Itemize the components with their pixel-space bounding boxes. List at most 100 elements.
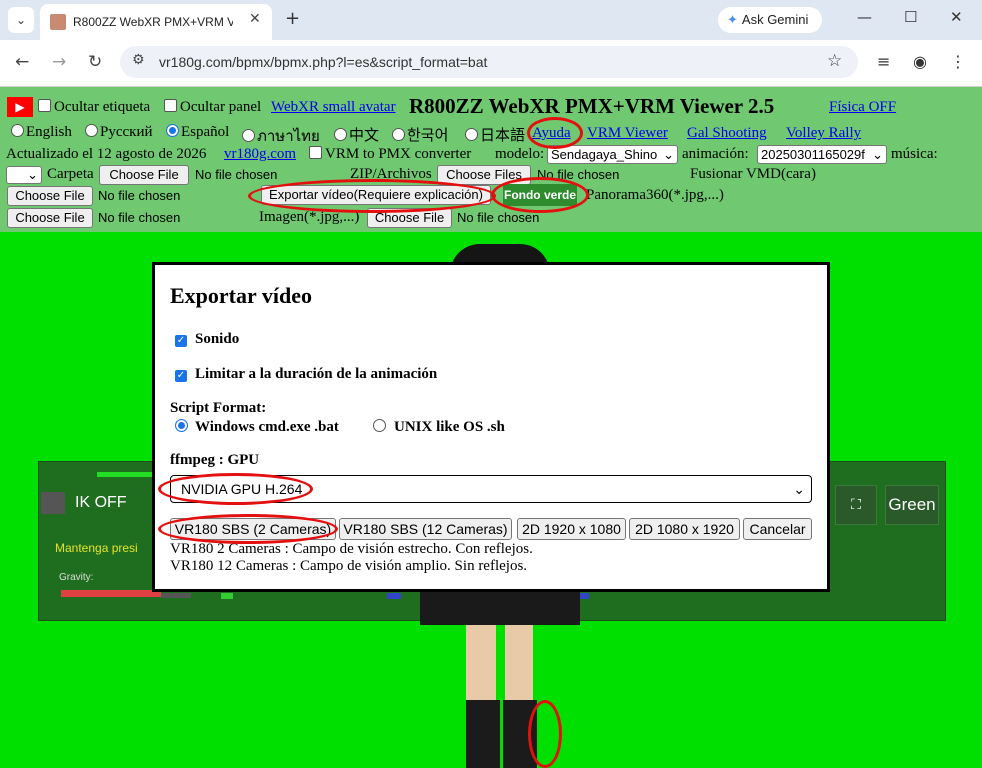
checkbox-checked-icon[interactable]: ✓ — [175, 370, 187, 382]
hide-label-checkbox[interactable] — [38, 99, 51, 112]
help-link[interactable]: Ayuda — [532, 125, 571, 142]
site-link[interactable]: vr180g.com — [224, 146, 296, 163]
vrm-to-pmx-checkbox[interactable] — [309, 146, 322, 159]
youtube-icon[interactable]: ▶ — [7, 97, 33, 117]
lang-spanish[interactable]: Español — [166, 124, 229, 141]
tab-search-icon[interactable]: ⌄ — [8, 7, 34, 33]
merge-vmd-label: Fusionar VMD(cara) — [690, 166, 816, 182]
vr180-2cam-button[interactable]: VR180 SBS (2 Cameras) — [170, 518, 336, 540]
lang-korean[interactable]: 한국어 — [392, 124, 448, 145]
lang-label: 中文 — [349, 128, 380, 144]
limit-duration-option[interactable]: ✓ Limitar a la duración de la animación — [175, 366, 437, 383]
zip-choose-files-button[interactable]: Choose Files — [437, 165, 531, 185]
2d-landscape-button[interactable]: 2D 1920 x 1080 — [517, 518, 626, 540]
chevron-down-icon: ⌄ — [663, 147, 674, 162]
hint-text: Mantenga presi — [55, 541, 138, 555]
zip-label: ZIP/Archivos — [350, 166, 432, 182]
close-window-icon[interactable]: ✕ — [950, 8, 963, 26]
omnibox[interactable]: ⚙ vr180g.com/bpmx/bpmx.php?l=es&script_f… — [120, 46, 858, 78]
lang-thai[interactable]: ภาษาไทย — [242, 124, 320, 148]
hide-label-option[interactable]: Ocultar etiqueta — [38, 99, 150, 116]
lang-english[interactable]: English — [11, 124, 72, 141]
slider-knob[interactable] — [221, 593, 233, 599]
2d-portrait-button[interactable]: 2D 1080 x 1920 — [629, 518, 740, 540]
gravity-track — [161, 593, 191, 598]
animation-select-value: 20250301165029f — [761, 147, 865, 162]
physics-toggle-link[interactable]: Física OFF — [829, 99, 896, 116]
site-info-icon[interactable]: ⚙ — [132, 52, 145, 68]
volley-rally-link[interactable]: Volley Rally — [786, 125, 861, 142]
character-leg — [505, 625, 533, 700]
green-background-button[interactable]: Fondo verde — [503, 184, 577, 206]
lang-label: 한국어 — [407, 128, 449, 144]
forward-icon[interactable]: → — [52, 52, 66, 72]
lang-japanese[interactable]: 日本語 — [465, 124, 525, 145]
hide-label-text: Ocultar etiqueta — [54, 99, 151, 115]
radio-selected[interactable] — [175, 419, 188, 432]
animation-select[interactable]: 20250301165029f ⌄ — [757, 145, 887, 164]
lang-label: English — [26, 124, 72, 140]
profile-icon[interactable]: ◉ — [913, 52, 927, 71]
export-video-button[interactable]: Exportar vídeo(Requiere explicación) — [261, 185, 491, 205]
unix-option[interactable]: UNIX like OS .sh — [373, 419, 505, 436]
gpu-select[interactable]: NVIDIA GPU H.264 ⌄ — [170, 475, 812, 503]
browser-tab-bar: ⌄ R800ZZ WebXR PMX+VRM Vie ✕ + ✦ Ask Gemi… — [0, 0, 982, 40]
radio-selected[interactable] — [166, 124, 179, 137]
checkbox-checked-icon[interactable]: ✓ — [175, 335, 187, 347]
gravity-slider[interactable] — [61, 590, 161, 597]
windows-label: Windows cmd.exe .bat — [195, 419, 339, 435]
reading-list-icon[interactable]: ≡ — [877, 52, 890, 71]
radio[interactable] — [242, 129, 255, 142]
radio[interactable] — [334, 128, 347, 141]
radio[interactable] — [465, 128, 478, 141]
radio[interactable] — [11, 124, 24, 137]
sound-label: Sonido — [195, 331, 240, 347]
chevron-down-icon: ⌄ — [872, 147, 883, 162]
vrm-to-pmx-text: VRM to PMX converter — [325, 146, 472, 162]
image-choose-file-button[interactable]: Choose File — [367, 208, 452, 228]
model-select[interactable]: Sendagaya_Shino ⌄ — [547, 145, 678, 164]
choose-file-button[interactable]: Choose File — [7, 186, 93, 206]
fullscreen-icon[interactable]: ⛶ — [835, 485, 877, 525]
windows-option[interactable]: Windows cmd.exe .bat — [175, 419, 339, 436]
radio[interactable] — [373, 419, 386, 432]
minimize-icon[interactable]: — — [857, 8, 872, 26]
folder-select[interactable]: ⌄ — [6, 166, 42, 184]
address-toolbar: ← → ↻ ⚙ vr180g.com/bpmx/bpmx.php?l=es&sc… — [0, 40, 982, 87]
small-avatar-link[interactable]: WebXR small avatar — [271, 99, 396, 116]
gal-shooting-link[interactable]: Gal Shooting — [687, 125, 767, 142]
folder-choose-file-button[interactable]: Choose File — [99, 165, 189, 185]
app-title: R800ZZ WebXR PMX+VRM Viewer 2.5 — [409, 94, 775, 118]
ask-gemini-button[interactable]: ✦ Ask Gemini — [718, 7, 822, 33]
vrm-viewer-link[interactable]: VRM Viewer — [587, 125, 668, 142]
vrm-to-pmx-option[interactable]: VRM to PMX converter — [309, 146, 471, 163]
model-label: modelo: — [495, 146, 545, 162]
tab-title: R800ZZ WebXR PMX+VRM Vie — [73, 15, 233, 29]
hide-panel-option[interactable]: Ocultar panel — [164, 99, 261, 116]
reload-icon[interactable]: ↻ — [88, 52, 102, 72]
note-2-cameras: VR180 2 Cameras : Campo de visión estrec… — [170, 541, 533, 557]
sound-option[interactable]: ✓ Sonido — [175, 331, 239, 348]
ik-toggle[interactable] — [41, 492, 65, 514]
maximize-icon[interactable]: ☐ — [904, 8, 917, 26]
green-button[interactable]: Green — [885, 485, 939, 525]
slider-knob[interactable] — [387, 593, 401, 599]
lang-russian[interactable]: Русский — [85, 124, 153, 141]
choose-file-button-2[interactable]: Choose File — [7, 208, 93, 228]
vr180-12cam-button[interactable]: VR180 SBS (12 Cameras) — [339, 518, 512, 540]
url-text[interactable]: vr180g.com/bpmx/bpmx.php?l=es&script_for… — [159, 54, 487, 70]
close-tab-icon[interactable]: ✕ — [249, 11, 261, 27]
hide-panel-checkbox[interactable] — [164, 99, 177, 112]
menu-icon[interactable]: ⋮ — [950, 52, 966, 71]
lang-chinese[interactable]: 中文 — [334, 124, 379, 145]
back-icon[interactable]: ← — [15, 52, 29, 72]
browser-tab[interactable]: R800ZZ WebXR PMX+VRM Vie ✕ — [40, 4, 272, 40]
new-tab-icon[interactable]: + — [285, 8, 300, 29]
animation-label: animación: — [682, 146, 749, 162]
favicon-icon — [50, 14, 66, 30]
radio[interactable] — [85, 124, 98, 137]
bookmark-star-icon[interactable]: ☆ — [827, 51, 842, 71]
gemini-icon: ✦ — [727, 12, 738, 27]
cancel-button[interactable]: Cancelar — [743, 518, 812, 540]
radio[interactable] — [392, 128, 405, 141]
